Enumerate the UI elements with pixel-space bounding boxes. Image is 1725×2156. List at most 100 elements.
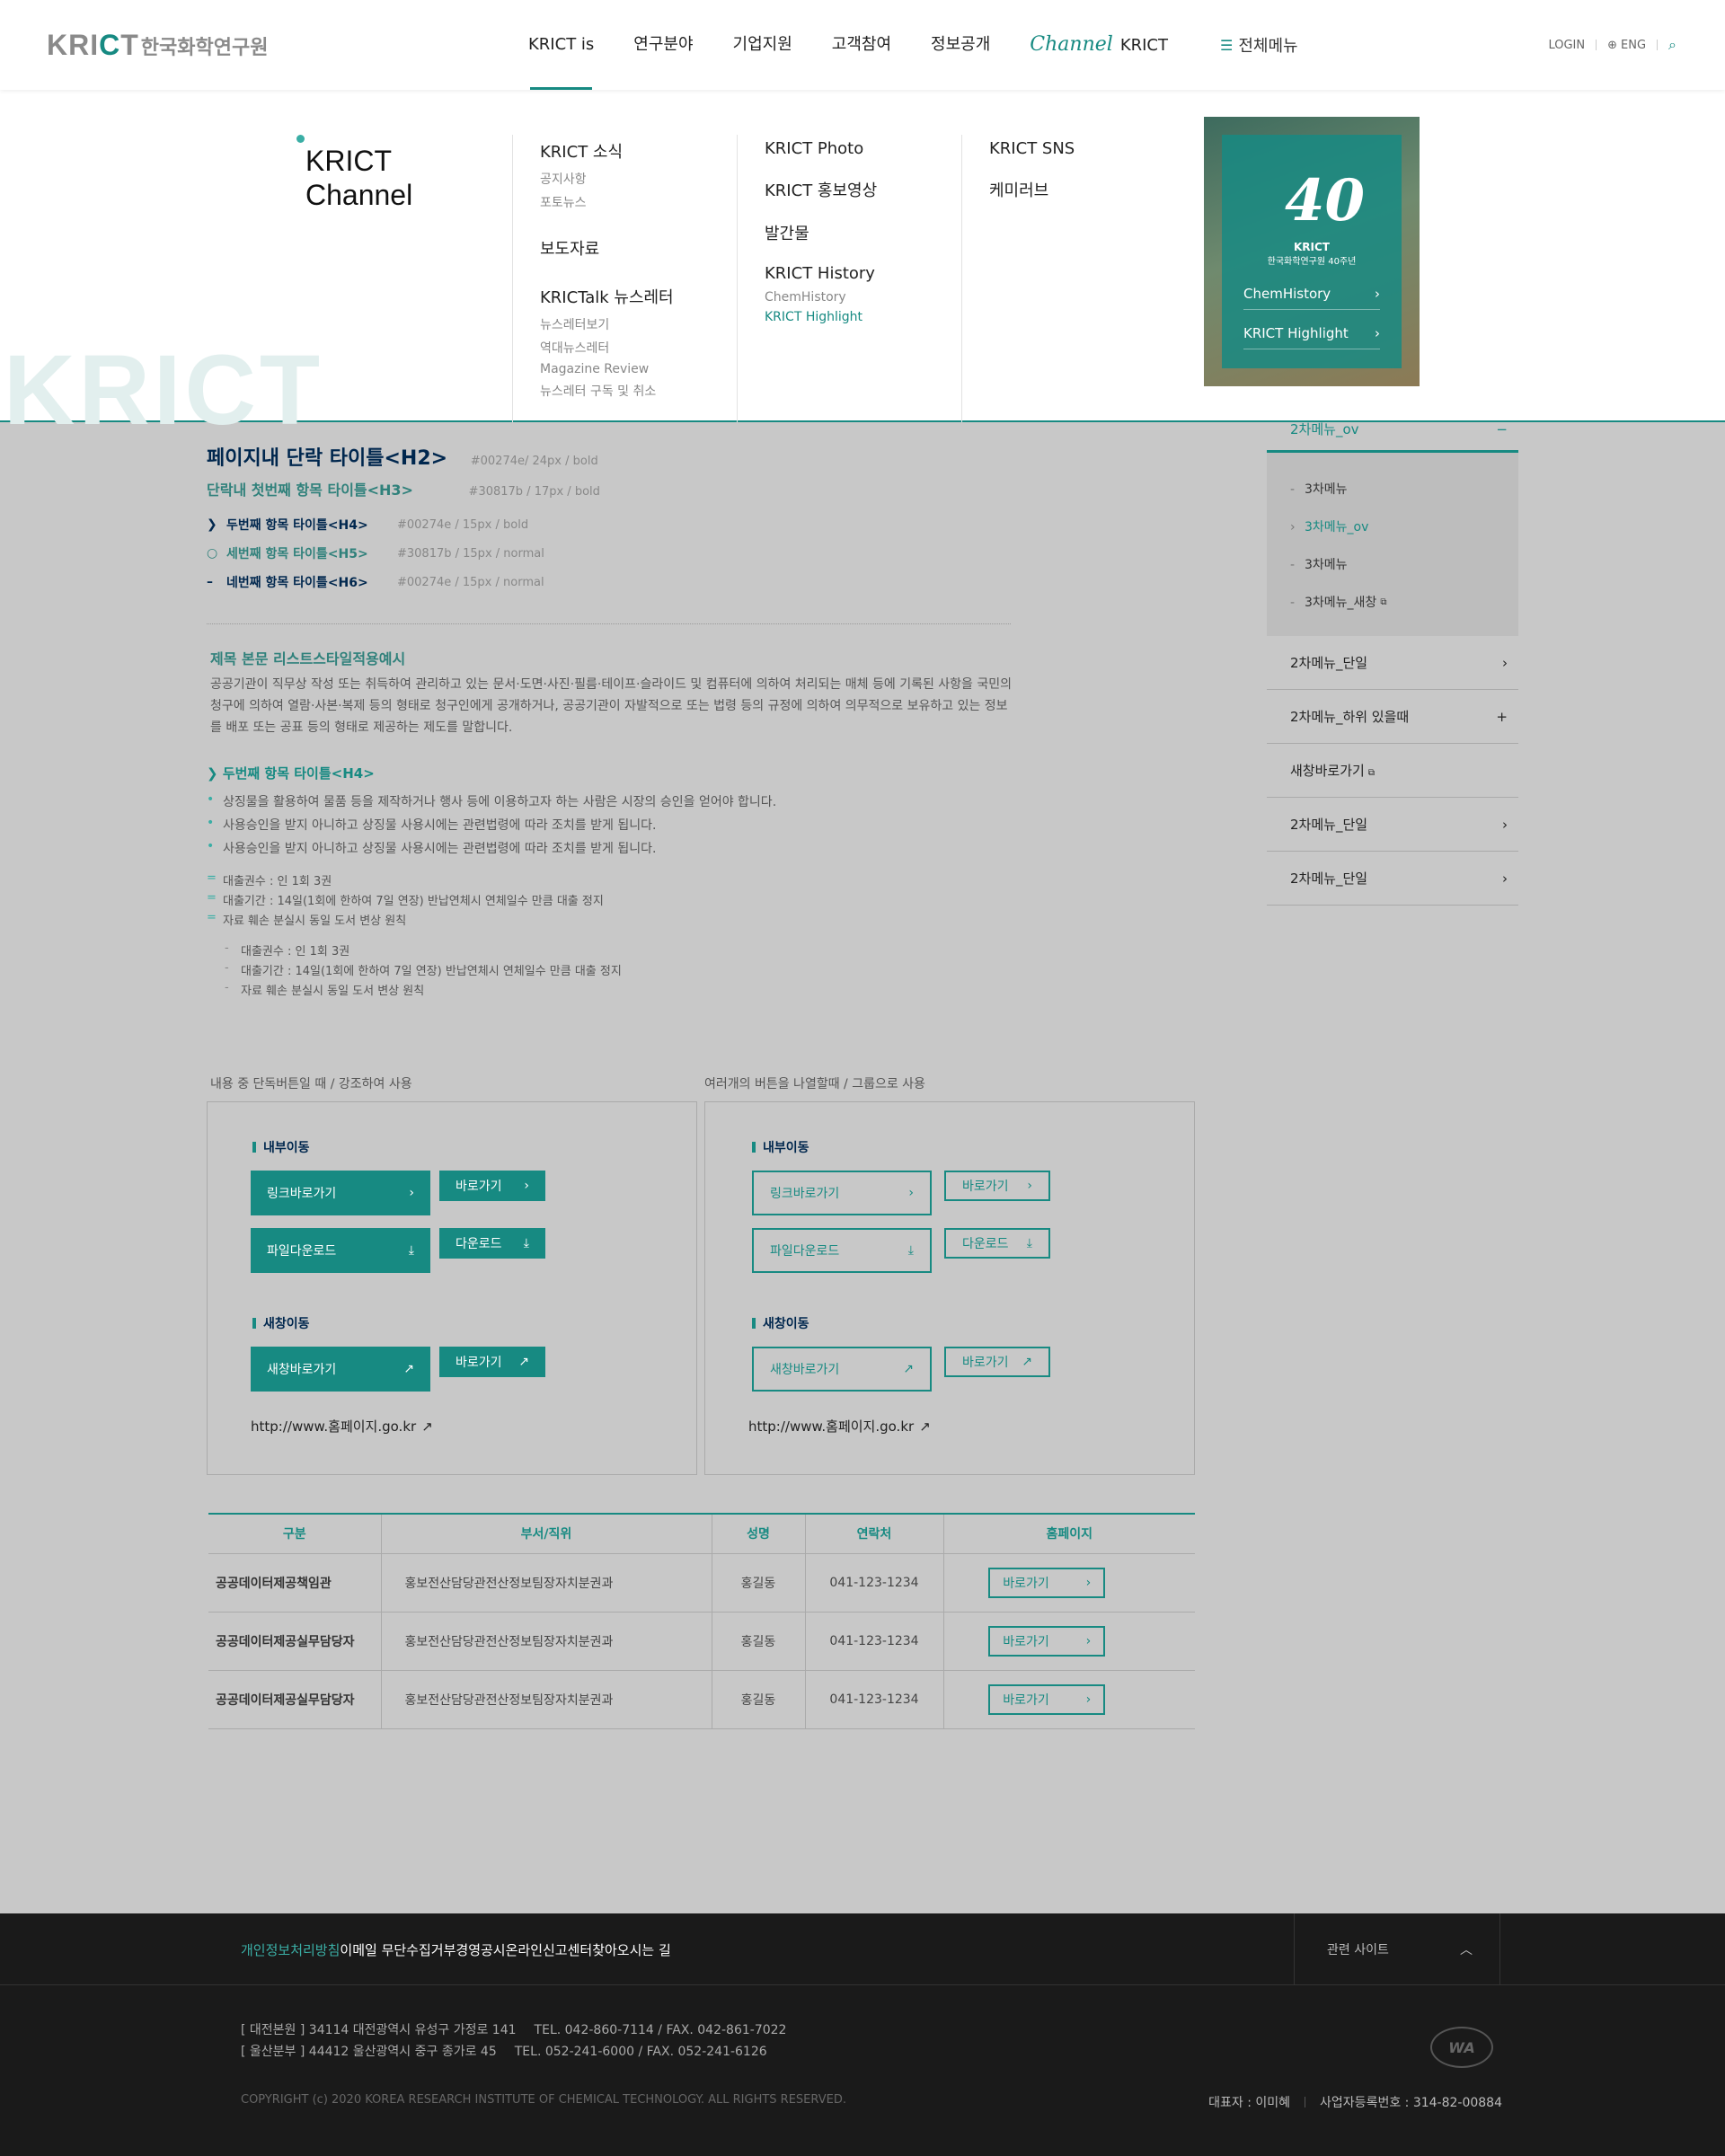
mega-col-media: KRICT Photo KRICT 홍보영상 발간물 KRICT History… <box>737 135 961 422</box>
menu-krict-news[interactable]: KRICT 소식 <box>540 139 737 163</box>
wa-mark-logo: WA <box>1430 2027 1493 2068</box>
newwin-caption: 새창이동 <box>752 1314 809 1332</box>
all-menu-label: 전체메뉴 <box>1238 37 1298 56</box>
footer-rep: 대표자 : 이미혜 사업자등록번호 : 314-82-00884 <box>1208 2093 1502 2111</box>
download-button[interactable]: 다운로드 ⤓ <box>944 1228 1050 1259</box>
homepage-go-button[interactable]: 바로가기 › <box>988 1567 1106 1598</box>
logo-en: KRICT <box>47 29 139 61</box>
snb-sub-item[interactable]: -3차메뉴 <box>1290 471 1518 508</box>
nav-research[interactable]: 연구분야 <box>633 0 693 90</box>
chevron-right-icon: › <box>1502 816 1508 833</box>
download-icon: ⤓ <box>408 1243 414 1258</box>
snb-item[interactable]: 2차메뉴_단일 › <box>1267 798 1518 852</box>
menu-newsletter-view[interactable]: 뉴스레터보기 <box>540 315 737 333</box>
menu-newsletter[interactable]: KRICTalk 뉴스레터 <box>540 285 737 308</box>
snb-sub-item[interactable]: -3차메뉴_새창 ⧉ <box>1290 584 1518 622</box>
all-menu-button[interactable]: ☰ 전체메뉴 <box>1220 33 1298 57</box>
banner-caption: KRICT 한국화학연구원 40주년 <box>1267 241 1357 267</box>
footer-link-report[interactable]: 온라인신고센터 <box>506 1940 593 1959</box>
plus-icon: + <box>1496 708 1508 725</box>
snb-current[interactable]: 2차메뉴_ov − <box>1267 421 1518 453</box>
menu-chemilove[interactable]: 케미러브 <box>989 178 1186 201</box>
nav-business[interactable]: 기업지원 <box>733 0 792 90</box>
nav-customer[interactable]: 고객참여 <box>832 0 891 90</box>
link-go-button[interactable]: 링크바로가기 › <box>752 1171 932 1215</box>
cell-type: 공공데이터제공실무담당자 <box>208 1612 382 1671</box>
homepage-go-button[interactable]: 바로가기 › <box>988 1683 1106 1715</box>
footer-link-privacy[interactable]: 개인정보처리방침 <box>241 1940 340 1959</box>
banner-link-chemhistory[interactable]: ChemHistory › <box>1243 286 1380 310</box>
cell-homepage: 바로가기 › <box>943 1612 1195 1671</box>
col-header: 홈페이지 <box>943 1514 1195 1554</box>
nav-info[interactable]: 정보공개 <box>931 0 990 90</box>
list-item: - 대출기간 : 14일(1회에 한하여 7일 연장) 반납연체시 연체일수 만큼… <box>225 961 622 978</box>
chevron-right-icon: › <box>908 1186 914 1200</box>
menu-publications[interactable]: 발간물 <box>765 221 961 244</box>
lang-link[interactable]: ⊕ ENG <box>1607 39 1646 52</box>
chevron-right-icon: › <box>1085 1575 1092 1590</box>
snb-item[interactable]: 2차메뉴_단일 › <box>1267 636 1518 690</box>
nav-krict-is[interactable]: KRICT is <box>528 0 594 90</box>
external-link-icon: ↗ <box>919 1418 931 1435</box>
button-box-line: 내부이동 링크바로가기 › 바로가기 › 파일다운로드 ⤓ 다운로드 ⤓ 새창이동 새창… <box>704 1101 1195 1475</box>
menu-krict-photo[interactable]: KRICT Photo <box>765 139 961 158</box>
menu-photo-news[interactable]: 포토뉴스 <box>540 193 737 211</box>
url-link[interactable]: http://www.홈페이지.go.kr ↗ <box>748 1417 931 1436</box>
body-paragraph: 공공기관이 직무상 작성 또는 취득하여 관리하고 있는 문서·도면·사진·필름… <box>210 677 1013 735</box>
menu-krict-sns[interactable]: KRICT SNS <box>989 139 1186 158</box>
footer-link-disclosure[interactable]: 경영공시 <box>456 1940 505 1959</box>
mega-title-line1: KRICT <box>305 145 392 177</box>
col-header: 연락처 <box>805 1514 944 1554</box>
file-download-button[interactable]: 파일다운로드 ⤓ <box>752 1228 932 1273</box>
snb-sub-item[interactable]: › 3차메뉴_ov <box>1290 508 1518 546</box>
snb-item[interactable]: 새창바로가기 ⧉ <box>1267 744 1518 798</box>
logo[interactable]: KRICT 한국화학연구원 <box>47 29 268 62</box>
url-link[interactable]: http://www.홈페이지.go.kr ↗ <box>251 1417 433 1436</box>
address-ulsan: [ 울산분부 ] 44412 울산광역시 중구 종가로 45 <box>241 2045 497 2059</box>
external-link-icon: ↗ <box>1022 1355 1032 1369</box>
representative: 대표자 : 이미혜 <box>1208 2096 1291 2110</box>
download-icon: ⤓ <box>907 1243 914 1258</box>
external-link-icon: ↗ <box>421 1418 433 1435</box>
login-link[interactable]: LOGIN <box>1548 39 1585 52</box>
menu-press[interactable]: 보도자료 <box>540 236 737 260</box>
related-sites-select[interactable]: 관련 사이트 ︿ <box>1294 1913 1500 1985</box>
download-button[interactable]: 다운로드 ⤓ <box>439 1228 545 1259</box>
footer-link-directions[interactable]: 찾아오시는 길 <box>592 1940 671 1959</box>
snb-item[interactable]: 2차메뉴_하위 있을때 + <box>1267 690 1518 744</box>
menu-krict-history[interactable]: KRICT History <box>765 264 961 283</box>
new-window-go-button[interactable]: 새창바로가기 ↗ <box>752 1347 932 1392</box>
col-header: 구분 <box>208 1514 382 1554</box>
table-row: 공공데이터제공실무담당자 홍보전산담당관전산정보팀장자치분권과 홍길동 041-… <box>208 1670 1195 1729</box>
new-window-button[interactable]: 바로가기 ↗ <box>439 1347 545 1377</box>
new-window-go-button[interactable]: 새창바로가기 ↗ <box>251 1347 430 1392</box>
footer-link-email[interactable]: 이메일 무단수집거부 <box>340 1940 456 1959</box>
menu-chemhistory[interactable]: ChemHistory <box>765 290 961 305</box>
file-download-button[interactable]: 파일다운로드 ⤓ <box>251 1228 430 1273</box>
h4-title: ❯ 두번째 항목 타이틀<H4> <box>207 765 375 782</box>
go-button[interactable]: 바로가기 › <box>944 1171 1050 1201</box>
snb-item[interactable]: 2차메뉴_단일 › <box>1267 852 1518 906</box>
new-window-button[interactable]: 바로가기 ↗ <box>944 1347 1050 1377</box>
menu-notice[interactable]: 공지사항 <box>540 170 737 188</box>
list-item: - 대출권수 : 인 1회 3권 <box>225 941 350 959</box>
group-button-caption: 여러개의 버튼을 나열할때 / 그룹으로 사용 <box>704 1077 925 1091</box>
menu-promo-video[interactable]: KRICT 홍보영상 <box>765 178 961 201</box>
col-header: 부서/직위 <box>381 1514 712 1554</box>
snb-sub-item[interactable]: -3차메뉴 <box>1290 546 1518 584</box>
footer-address: [ 대전본원 ] 34114 대전광역시 유성구 가정로 141 TEL. 042… <box>241 2019 786 2063</box>
menu-newsletter-archive[interactable]: 역대뉴스레터 <box>540 339 737 357</box>
banner-link-highlight[interactable]: KRICT Highlight › <box>1243 325 1380 349</box>
search-icon[interactable]: ⌕ <box>1668 36 1676 54</box>
link-go-button[interactable]: 링크바로가기 › <box>251 1171 430 1215</box>
divider <box>1596 40 1597 50</box>
banner-40: 40 <box>1285 167 1366 234</box>
go-button[interactable]: 바로가기 › <box>439 1171 545 1201</box>
tel-ulsan: TEL. 052-241-6000 / FAX. 052-241-6126 <box>514 2045 767 2059</box>
homepage-go-button[interactable]: 바로가기 › <box>988 1625 1106 1657</box>
table-header-row: 구분 부서/직위 성명 연락처 홈페이지 <box>208 1514 1195 1554</box>
menu-magazine-review[interactable]: Magazine Review <box>540 362 737 376</box>
nav-channel[interactable]: Channel KRICT <box>1030 0 1168 90</box>
menu-newsletter-subscribe[interactable]: 뉴스레터 구독 및 취소 <box>540 382 737 400</box>
menu-krict-highlight[interactable]: KRICT Highlight <box>765 310 961 324</box>
